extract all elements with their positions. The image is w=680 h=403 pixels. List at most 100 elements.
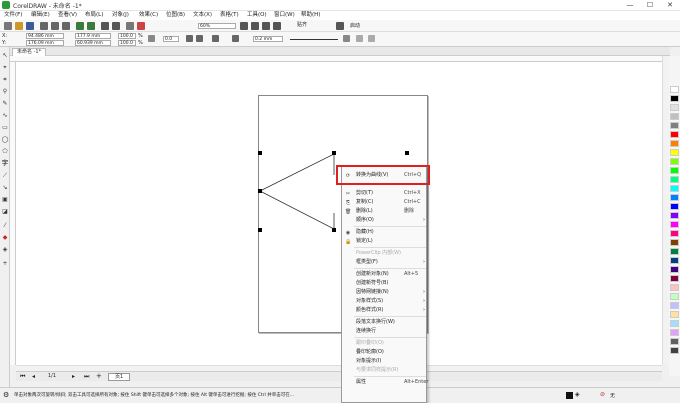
selection-handle-top-middle[interactable]	[332, 151, 336, 155]
pdf-icon[interactable]	[137, 22, 145, 30]
line-style-dropdown[interactable]	[290, 39, 338, 40]
palette-swatch[interactable]	[670, 86, 679, 93]
context-menu-item[interactable]: 叠印轮廓(O)	[342, 348, 428, 357]
start-arrow-icon[interactable]	[232, 35, 239, 42]
next-page-icon[interactable]: ▸	[72, 373, 75, 380]
palette-swatch[interactable]	[670, 329, 679, 336]
crop-tool-icon[interactable]: ⌗	[1, 76, 9, 84]
palette-swatch[interactable]	[670, 293, 679, 300]
drop-shadow-icon[interactable]: ▣	[1, 196, 9, 204]
vertical-scrollbar[interactable]	[662, 56, 669, 365]
context-menu-item[interactable]: 段落文本换行(W)	[342, 318, 428, 327]
x-position-field[interactable]: 94.486 mm	[26, 33, 64, 39]
palette-swatch[interactable]	[670, 266, 679, 273]
cut-tool-icon[interactable]	[40, 22, 48, 30]
palette-swatch[interactable]	[670, 320, 679, 327]
connector-tool-icon[interactable]: ↘	[1, 184, 9, 192]
palette-swatch[interactable]	[670, 347, 679, 354]
menu-object[interactable]: 对象(J)	[112, 11, 129, 20]
context-menu-item[interactable]: ◉ 隐藏(H)	[342, 228, 428, 237]
palette-swatch[interactable]	[670, 122, 679, 129]
add-tool-icon[interactable]: +	[1, 260, 9, 268]
context-menu-item[interactable]: 对象提示(I)	[342, 357, 428, 366]
page-tab-1[interactable]: 页1	[108, 373, 131, 381]
freehand-tool-icon[interactable]: ✎	[1, 100, 9, 108]
full-screen-icon[interactable]	[240, 22, 248, 30]
palette-swatch[interactable]	[670, 149, 679, 156]
context-menu-item[interactable]: 对象样式(S) ›	[342, 297, 428, 306]
status-gear-icon[interactable]: ⚙	[3, 391, 9, 399]
context-menu-item[interactable]: ✂ 剪切(T) Ctrl+X	[342, 189, 428, 198]
open-folder-icon[interactable]	[15, 22, 23, 30]
selection-handle-middle-left[interactable]	[258, 189, 262, 193]
palette-swatch[interactable]	[670, 338, 679, 345]
lock-ratio-icon[interactable]	[148, 35, 155, 42]
palette-swatch[interactable]	[670, 221, 679, 228]
transparency-tool-icon[interactable]: ◪	[1, 208, 9, 216]
palette-swatch[interactable]	[670, 176, 679, 183]
y-position-field[interactable]: 176.09 mm	[26, 40, 64, 46]
smart-fill-icon[interactable]: ◈	[1, 246, 9, 254]
outline-width-field[interactable]: 0.2 mm	[253, 36, 283, 42]
export-icon[interactable]	[112, 22, 120, 30]
palette-swatch[interactable]	[670, 158, 679, 165]
redo-icon[interactable]	[87, 22, 95, 30]
width-field[interactable]: 177.9 mm	[75, 33, 111, 39]
context-menu-item[interactable]: 框类型(F) ›	[342, 258, 428, 267]
selection-handle-bottom-left[interactable]	[258, 228, 262, 232]
shape-tool-icon[interactable]: ⌖	[1, 64, 9, 72]
context-menu-item[interactable]: 🗑 删除(L) 删除	[342, 207, 428, 216]
wrap-text-icon[interactable]	[343, 35, 350, 42]
menu-text[interactable]: 文本(X)	[193, 11, 212, 20]
first-page-icon[interactable]: ⏮	[20, 373, 25, 381]
import-icon[interactable]	[101, 22, 109, 30]
parallel-dimension-icon[interactable]: ⟋	[1, 172, 9, 180]
color-eyedropper-icon[interactable]: ⁄	[1, 222, 9, 230]
scale-x-field[interactable]: 100.0	[118, 33, 136, 39]
maximize-button[interactable]: ☐	[640, 0, 660, 11]
ellipse-tool-icon[interactable]: ◯	[1, 136, 9, 144]
copy-tool-icon[interactable]	[51, 22, 59, 30]
palette-swatch[interactable]	[670, 212, 679, 219]
rectangle-tool-icon[interactable]: ▭	[1, 124, 9, 132]
context-menu-item[interactable]: 🔒 锁定(L)	[342, 237, 428, 246]
menu-edit[interactable]: 编辑(E)	[31, 11, 50, 20]
launch-dropdown[interactable]: 启动	[350, 22, 360, 30]
context-menu-item[interactable]: 创建新符号(B)	[342, 279, 428, 288]
close-button[interactable]: ✕	[660, 0, 680, 11]
rotation-angle-field[interactable]: 0.0	[163, 36, 179, 42]
context-menu-item[interactable]: 连续换行	[342, 327, 428, 336]
align-icon[interactable]	[212, 35, 219, 42]
grid-icon[interactable]	[262, 22, 270, 30]
palette-swatch[interactable]	[670, 95, 679, 102]
palette-swatch[interactable]	[670, 284, 679, 291]
menu-file[interactable]: 文件(F)	[4, 11, 22, 20]
polygon-tool-icon[interactable]: ⬠	[1, 148, 9, 156]
new-document-icon[interactable]	[4, 22, 12, 30]
save-icon[interactable]	[26, 22, 34, 30]
snap-to-dropdown[interactable]: 贴齐	[296, 23, 330, 29]
palette-swatch[interactable]	[670, 311, 679, 318]
menu-tools[interactable]: 工具(O)	[247, 11, 267, 20]
undo-icon[interactable]	[76, 22, 84, 30]
palette-swatch[interactable]	[670, 131, 679, 138]
menu-table[interactable]: 表格(T)	[220, 11, 239, 20]
pick-tool-icon[interactable]: ↖	[1, 52, 9, 60]
palette-swatch[interactable]	[670, 230, 679, 237]
context-menu-item[interactable]: 属性 Alt+Enter	[342, 378, 428, 387]
menu-effects[interactable]: 效果(C)	[139, 11, 158, 20]
document-tab[interactable]: 未命名 -1*	[12, 48, 47, 56]
last-page-icon[interactable]: ⏭	[84, 373, 89, 381]
to-back-icon[interactable]	[368, 35, 375, 42]
menu-bitmaps[interactable]: 位图(B)	[166, 11, 185, 20]
palette-swatch[interactable]	[670, 239, 679, 246]
minimize-button[interactable]: —	[620, 0, 640, 11]
guides-icon[interactable]	[273, 22, 281, 30]
palette-swatch[interactable]	[670, 185, 679, 192]
menu-help[interactable]: 帮助(H)	[301, 11, 320, 20]
context-menu-item[interactable]: 颜色样式(R) ›	[342, 306, 428, 315]
selection-handle-top-left[interactable]	[258, 151, 262, 155]
paste-icon[interactable]	[62, 22, 70, 30]
scale-y-field[interactable]: 100.0	[118, 40, 136, 46]
palette-swatch[interactable]	[670, 203, 679, 210]
